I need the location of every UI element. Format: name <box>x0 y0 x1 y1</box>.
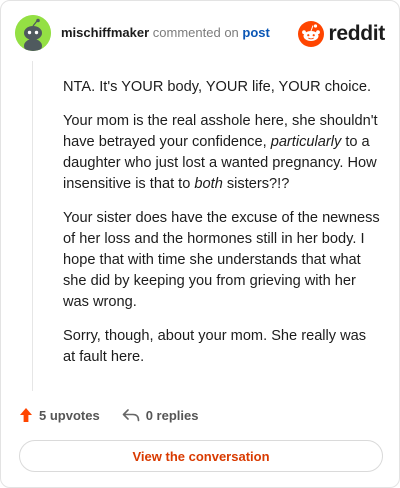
snoo-avatar-icon[interactable] <box>15 15 51 51</box>
comment-meta: mischiffmaker commented on post <box>61 26 270 40</box>
upvote-count: 5 upvotes <box>39 407 100 423</box>
reply-count: 0 replies <box>145 407 199 423</box>
comment-emphasis: particularly <box>270 134 342 150</box>
comment-paragraph: Your sister does have the excuse of the … <box>63 208 381 313</box>
comment-text: Your sister does have the excuse of the … <box>63 210 380 310</box>
thread-line[interactable] <box>32 61 33 391</box>
upvote-arrow-icon <box>20 408 32 422</box>
comment-footer: 5 upvotes 0 replies <box>19 405 220 425</box>
comment-header: mischiffmaker commented on post reddit <box>15 15 387 51</box>
reddit-brand[interactable]: reddit <box>298 21 385 47</box>
reply-arrow-icon <box>122 409 139 422</box>
comment-text: NTA. It's YOUR body, YOUR life, YOUR cho… <box>63 79 371 95</box>
username-link[interactable]: mischiffmaker <box>61 25 149 40</box>
upvote-button[interactable]: 5 upvotes <box>19 407 100 423</box>
comment-text: sisters?!? <box>222 176 290 192</box>
reddit-wordmark: reddit <box>328 22 385 45</box>
reddit-logo-icon <box>298 21 325 47</box>
view-conversation-button[interactable]: View the conversation <box>19 440 383 472</box>
reply-button[interactable]: 0 replies <box>122 407 199 423</box>
commented-on-label: commented on <box>152 25 239 40</box>
comment-paragraph: Your mom is the real asshole here, she s… <box>63 111 381 195</box>
comment-emphasis: both <box>194 176 223 192</box>
comment-paragraph: Sorry, though, about your mom. She reall… <box>63 326 381 368</box>
comment-embed-card: mischiffmaker commented on post reddit N… <box>0 0 400 488</box>
comment-paragraph: NTA. It's YOUR body, YOUR life, YOUR cho… <box>63 77 381 98</box>
comment-text: Sorry, though, about your mom. She reall… <box>63 328 367 365</box>
post-link[interactable]: post <box>242 25 269 40</box>
comment-body: NTA. It's YOUR body, YOUR life, YOUR cho… <box>63 77 381 381</box>
